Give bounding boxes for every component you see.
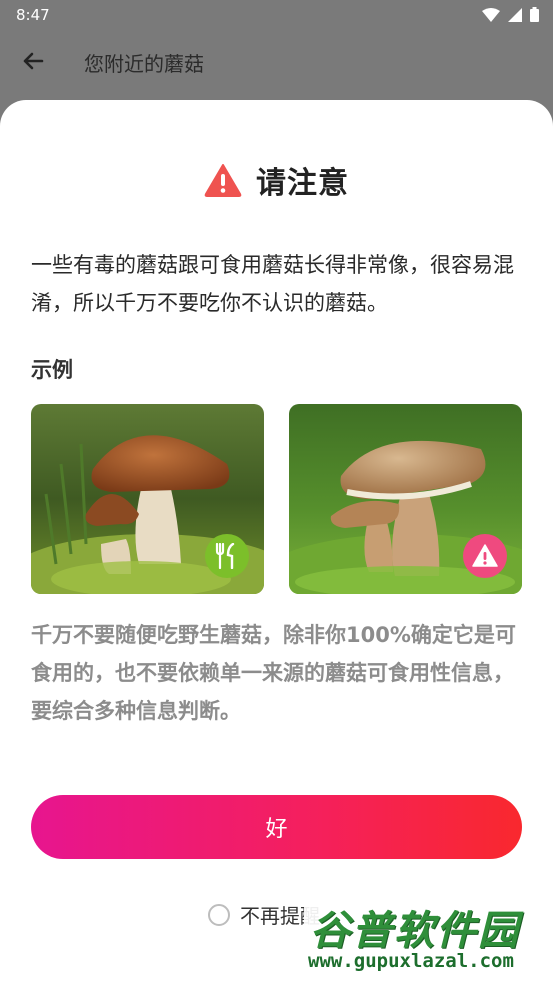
dont-remind-radio[interactable] xyxy=(208,903,230,926)
edible-mushroom-photo xyxy=(31,404,264,594)
dialog-title: 请注意 xyxy=(256,166,349,201)
battery-icon xyxy=(530,7,539,22)
back-arrow-icon[interactable] xyxy=(18,46,48,76)
status-bar: 8:47 xyxy=(0,0,553,30)
wifi-icon xyxy=(482,7,500,22)
warning-icon xyxy=(204,164,242,197)
safety-note: 千万不要随便吃野生蘑菇，除非你100%确定它是可食用的，也不要依赖单一来源的蘑菇… xyxy=(31,623,516,723)
dialog-message: 一些有毒的蘑菇跟可食用蘑菇长得非常像，很容易混淆，所以千万不要吃你不认识的蘑菇。 xyxy=(31,253,514,315)
warning-icon xyxy=(472,544,498,567)
example-label: 示例 xyxy=(31,358,73,382)
fork-knife-icon xyxy=(215,543,235,569)
watermark-url: www.gupuxlazal.com xyxy=(308,950,514,972)
poisonous-badge xyxy=(463,534,507,578)
app-bar: 您附近的蘑菇 xyxy=(0,30,553,92)
watermark-brand: 谷普软件园 xyxy=(310,908,520,954)
status-icons xyxy=(482,7,539,22)
ok-button[interactable]: 好 xyxy=(31,795,522,859)
warning-sheet: 请注意 一些有毒的蘑菇跟可食用蘑菇长得非常像，很容易混淆，所以千万不要吃你不认识… xyxy=(0,100,553,984)
watermark-logo: 谷普软件园 www.gupuxlazal.com xyxy=(304,896,550,980)
signal-icon xyxy=(508,7,522,22)
edible-badge xyxy=(205,534,249,578)
dialog-heading: 请注意 xyxy=(0,160,553,201)
poisonous-mushroom-photo xyxy=(289,404,522,594)
page-title: 您附近的蘑菇 xyxy=(84,52,204,76)
status-time: 8:47 xyxy=(16,6,50,24)
